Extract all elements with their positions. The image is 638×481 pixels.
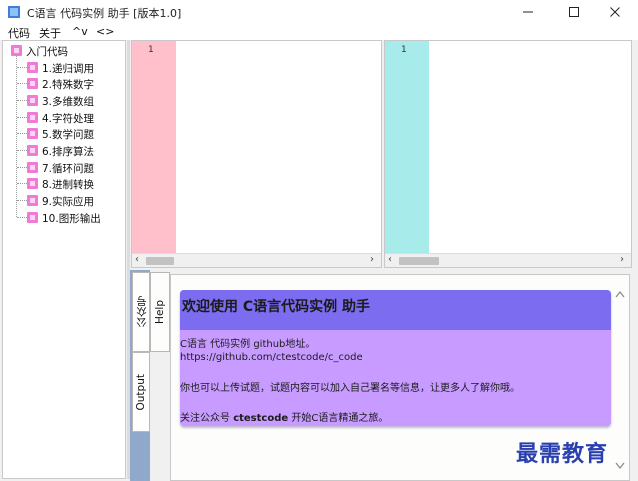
tree-root-label[interactable]: 入门代码 xyxy=(26,44,68,59)
tree-item[interactable]: 3.多维数组 xyxy=(42,94,94,109)
scroll-right-icon[interactable]: › xyxy=(370,254,374,265)
tree-item[interactable]: 4.字符处理 xyxy=(42,111,94,126)
tree-item[interactable]: 8.进制转换 xyxy=(42,177,94,192)
app-icon xyxy=(8,6,20,18)
menu-code[interactable]: 代码 xyxy=(8,25,30,41)
horizontal-scrollbar[interactable]: ‹ › xyxy=(385,253,631,267)
tree-node-icon xyxy=(27,62,38,73)
github-url[interactable]: https://github.com/ctestcode/c_code xyxy=(180,352,363,363)
tree-item[interactable]: 10.图形输出 xyxy=(42,211,101,226)
tree-node-icon xyxy=(27,145,38,156)
line-number-gutter xyxy=(132,41,176,267)
tree-branch xyxy=(17,133,27,134)
menu-angle[interactable]: <> xyxy=(96,25,114,38)
scroll-up-icon[interactable] xyxy=(615,290,625,298)
window-title: C语言 代码实例 助手 [版本1.0] xyxy=(27,7,182,20)
close-button[interactable] xyxy=(592,0,638,24)
tree-node-icon xyxy=(27,162,38,173)
minimize-button[interactable] xyxy=(505,0,551,24)
tree-item[interactable]: 9.实际应用 xyxy=(42,194,94,209)
follow-text-pre: 关注公众号 xyxy=(180,413,234,424)
tree-line xyxy=(16,55,17,217)
tree-node-icon xyxy=(11,45,22,56)
line-number: 1 xyxy=(401,45,407,55)
line-number: 1 xyxy=(148,45,154,55)
tab-help[interactable]: Help xyxy=(150,272,170,352)
scroll-left-icon[interactable]: ‹ xyxy=(388,254,392,265)
scroll-down-icon[interactable] xyxy=(615,462,625,470)
tab-wechat-label: 公众号 xyxy=(135,296,148,328)
help-vertical-scrollbar[interactable] xyxy=(611,276,629,479)
tree-node-icon xyxy=(27,128,38,139)
scrollbar-thumb[interactable] xyxy=(146,257,174,265)
tree-item[interactable]: 6.排序算法 xyxy=(42,144,94,159)
menu-about[interactable]: 关于 xyxy=(39,25,61,41)
maximize-icon xyxy=(569,7,579,17)
minimize-icon xyxy=(523,11,533,13)
scroll-left-icon[interactable]: ‹ xyxy=(135,254,139,265)
tree-branch xyxy=(17,150,27,151)
welcome-card: 欢迎使用 C语言代码实例 助手 C语言 代码实例 github地址。 https… xyxy=(180,290,611,426)
tree-item[interactable]: 5.数学问题 xyxy=(42,127,94,142)
scroll-right-icon[interactable]: › xyxy=(620,254,624,265)
left-code-editor[interactable]: 1 ‹ › xyxy=(131,40,382,268)
tree-node-icon xyxy=(27,178,38,189)
tree-branch xyxy=(17,100,27,101)
account-name: ctestcode xyxy=(233,413,289,424)
upload-hint-text: 你也可以上传试题，试题内容可以加入自己署名等信息，让更多人了解你哦。 xyxy=(180,383,520,394)
tree-branch xyxy=(17,117,27,118)
tree-branch xyxy=(17,200,27,201)
menu-caret[interactable]: ^v xyxy=(72,25,88,38)
follow-text-post: 开始C语言精通之旅。 xyxy=(288,413,389,424)
tree-branch xyxy=(17,217,27,218)
tree-item[interactable]: 1.递归调用 xyxy=(42,61,94,76)
tree-branch xyxy=(17,167,27,168)
tree-branch xyxy=(17,67,27,68)
watermark: 最需教育 xyxy=(516,441,609,467)
tree-node-icon xyxy=(27,78,38,89)
welcome-title: 欢迎使用 C语言代码实例 助手 xyxy=(182,299,371,315)
tree-item[interactable]: 7.循环问题 xyxy=(42,161,94,176)
tree-node-icon xyxy=(27,112,38,123)
right-code-editor[interactable]: 1 ‹ › xyxy=(384,40,632,268)
tree-item[interactable]: 2.特殊数字 xyxy=(42,77,94,92)
scrollbar-thumb[interactable] xyxy=(399,257,439,265)
follow-text: 关注公众号 ctestcode 开始C语言精通之旅。 xyxy=(180,409,388,424)
horizontal-scrollbar[interactable]: ‹ › xyxy=(132,253,381,267)
line-number-gutter xyxy=(385,41,429,267)
tab-output-label: Output xyxy=(135,373,147,411)
maximize-button[interactable] xyxy=(551,0,597,24)
tree-branch xyxy=(17,83,27,84)
github-intro-text: C语言 代码实例 github地址。 xyxy=(180,339,316,350)
tree-branch xyxy=(17,183,27,184)
tree-node-icon xyxy=(27,95,38,106)
tree-node-icon xyxy=(27,195,38,206)
tab-wechat[interactable]: 公众号 xyxy=(132,272,150,352)
tab-output[interactable]: Output xyxy=(132,352,150,432)
close-icon xyxy=(610,7,620,17)
tree-node-icon xyxy=(27,212,38,223)
tab-help-label: Help xyxy=(154,300,166,324)
